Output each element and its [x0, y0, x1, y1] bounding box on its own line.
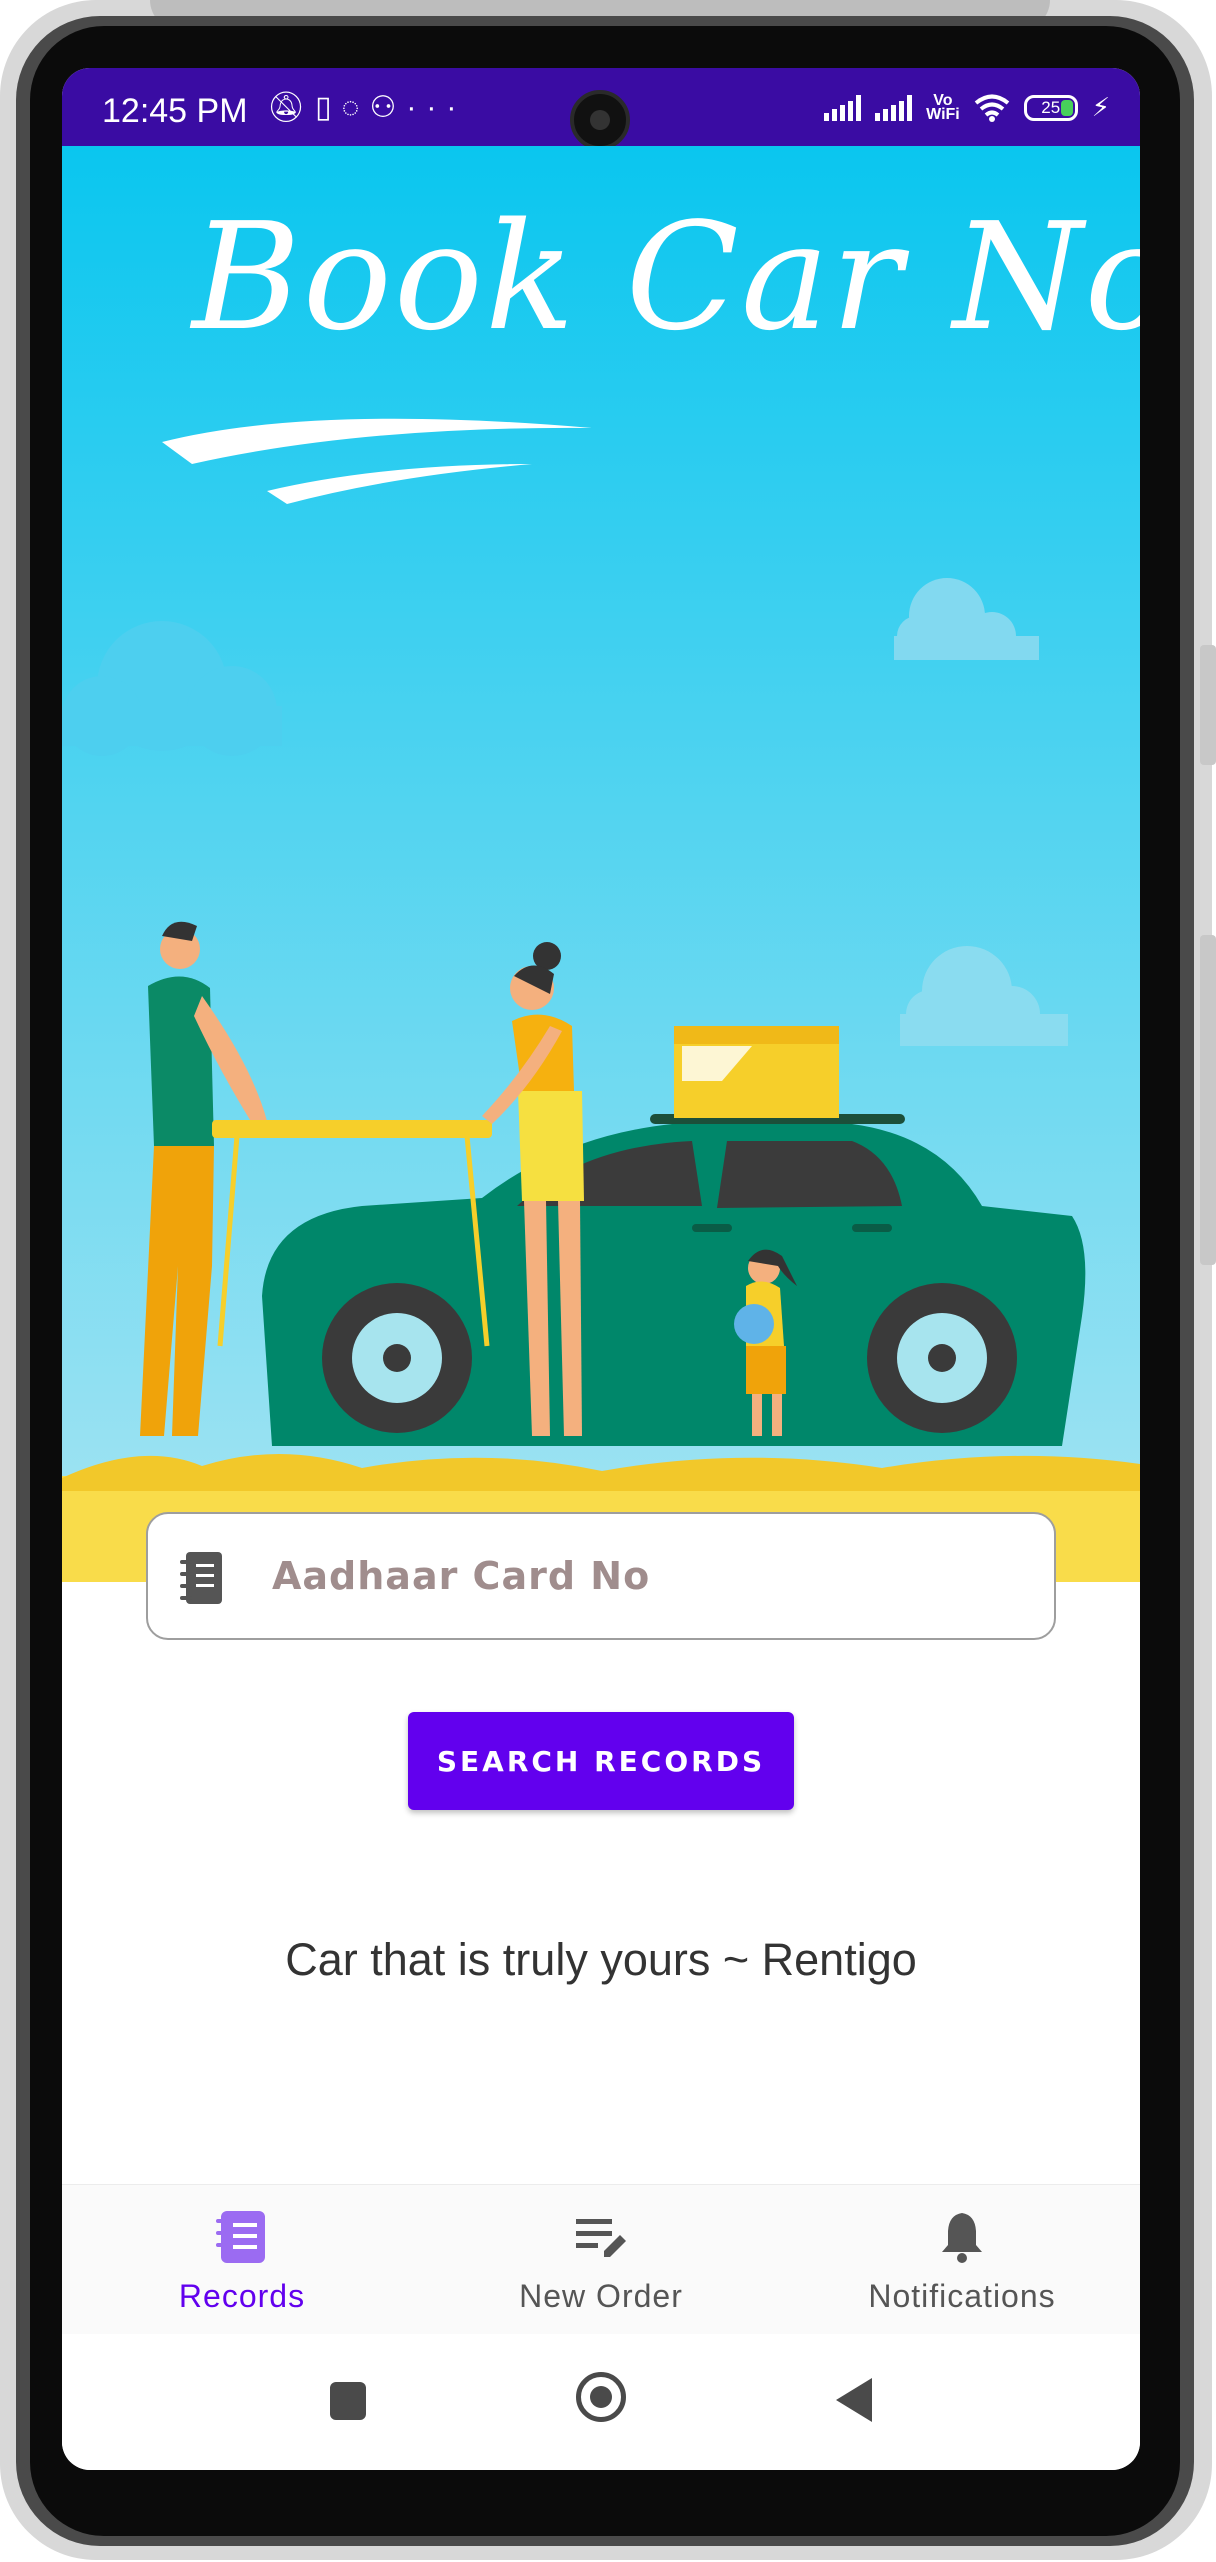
wifi-icon: [974, 94, 1009, 122]
nav-item-notifications[interactable]: Notifications: [812, 2209, 1112, 2315]
notifications-off-icon: 🔕︎: [267, 91, 316, 124]
signal-icon: [875, 94, 913, 121]
nav-label-records: Records: [178, 2278, 306, 2314]
home-button[interactable]: [576, 2372, 626, 2422]
signal-icon: [824, 94, 862, 121]
aadhaar-input[interactable]: Aadhaar Card No: [146, 1512, 1056, 1640]
screen: 12:45 PM 🔕︎▯◌⚇··· Vo WiFi 25 ⚡︎ Book Car…: [62, 68, 1140, 2470]
recents-button[interactable]: [330, 2382, 366, 2420]
search-records-button[interactable]: SEARCH RECORDS: [408, 1712, 794, 1810]
bell-icon: [942, 2213, 982, 2263]
charging-icon: ⚡︎: [1091, 92, 1110, 122]
hero-title: Book Car Now: [192, 191, 1140, 363]
power-button: [1200, 645, 1216, 765]
incognito-icon: ⚇: [369, 91, 407, 124]
hero-illustration: Book Car Now: [62, 146, 1140, 1582]
back-button[interactable]: [836, 2378, 872, 2422]
vowifi-icon: Vo WiFi: [926, 91, 960, 123]
status-bar: 12:45 PM 🔕︎▯◌⚇··· Vo WiFi 25 ⚡︎: [62, 68, 1140, 150]
records-icon: [216, 2211, 265, 2263]
nav-label-notifications: Notifications: [868, 2278, 1056, 2314]
tagline: Car that is truly yours ~ Rentigo: [285, 1934, 917, 1985]
status-right-icons: Vo WiFi 25 ⚡︎: [824, 92, 1110, 123]
battery-icon: 25: [1023, 94, 1078, 121]
front-camera: [570, 90, 630, 150]
edit-list-icon: [576, 2219, 626, 2257]
nav-label-new-order: New Order: [519, 2278, 683, 2314]
sim-icon: ▯: [315, 91, 342, 124]
aadhaar-placeholder: Aadhaar Card No: [272, 1554, 651, 1598]
status-left-icons: 🔕︎▯◌⚇···: [267, 90, 466, 125]
bottom-navigation: Records New Order Notifications: [62, 2184, 1140, 2335]
status-time: 12:45 PM: [102, 92, 248, 130]
sign-board: [212, 1120, 492, 1138]
notebook-icon: [180, 1552, 222, 1604]
system-navigation-bar: [62, 2334, 1140, 2470]
nav-item-new-order[interactable]: New Order: [451, 2209, 751, 2315]
nav-item-records[interactable]: Records: [92, 2209, 392, 2315]
sync-icon: ◌: [341, 91, 370, 124]
volume-button: [1200, 935, 1216, 1265]
more-icon: ···: [406, 91, 467, 124]
